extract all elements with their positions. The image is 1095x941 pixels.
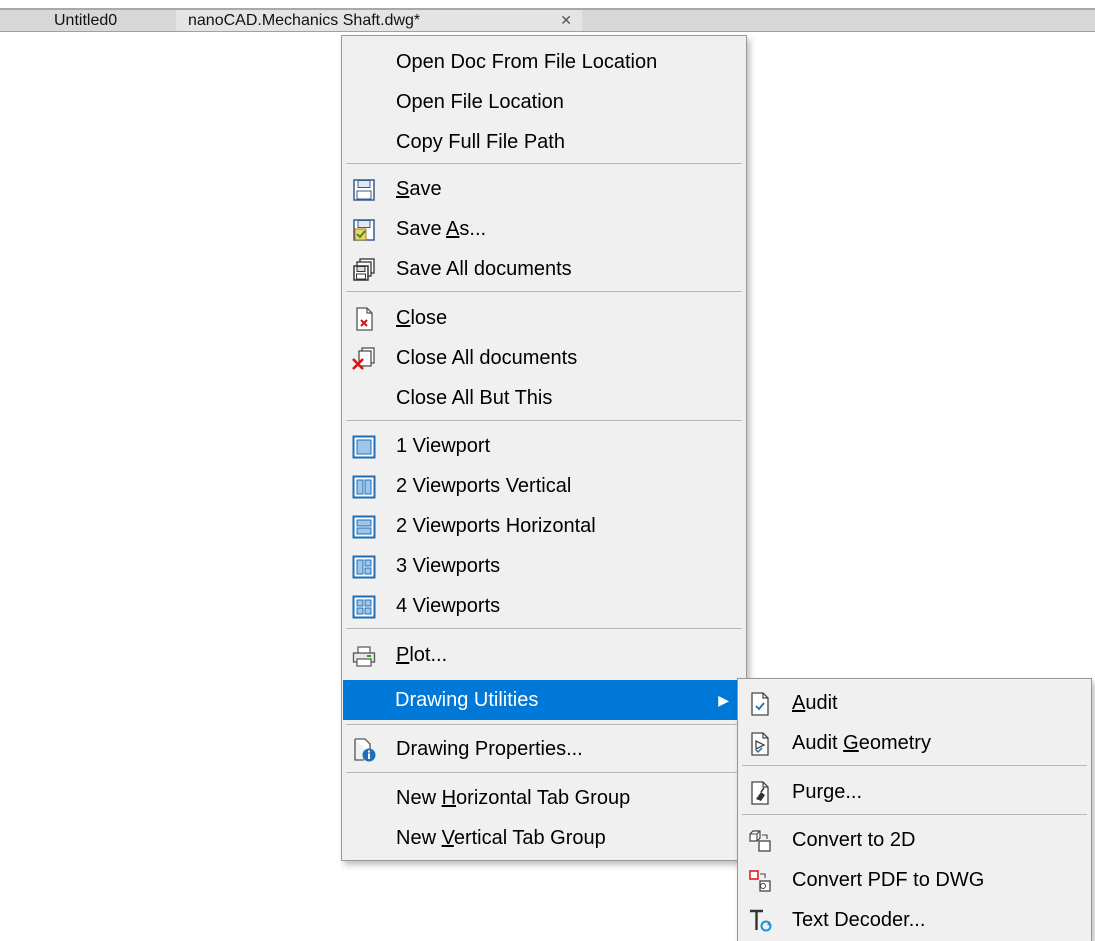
tab-shaft-drawing[interactable]: nanoCAD.Mechanics Shaft.dwg* ✕	[176, 10, 582, 31]
menu-separator	[346, 724, 742, 725]
tab-context-menu: Open Doc From File Location Open File Lo…	[341, 35, 747, 861]
menu-separator	[346, 628, 742, 629]
menu-item-open-doc-from-file-location[interactable]: Open Doc From File Location	[344, 42, 744, 82]
save-all-icon	[352, 258, 376, 282]
menu-item-3-viewports[interactable]: 3 Viewports	[344, 546, 744, 586]
menu-item-2-viewports-vertical[interactable]: 2 Viewports Vertical	[344, 466, 744, 506]
submenu-item-audit-geometry[interactable]: Audit Geometry	[740, 723, 1089, 763]
submenu-item-text-decoder[interactable]: Text Decoder...	[740, 900, 1089, 940]
two-viewports-horizontal-icon	[352, 515, 376, 539]
menu-item-copy-full-file-path[interactable]: Copy Full File Path	[344, 122, 744, 162]
menu-item-1-viewport[interactable]: 1 Viewport	[344, 426, 744, 466]
menu-item-close-all-but-this[interactable]: Close All But This	[344, 378, 744, 418]
purge-icon	[748, 781, 772, 805]
drawing-utilities-submenu: Audit Audit Geometry Purge... Convert to…	[737, 678, 1092, 941]
menu-item-close[interactable]: Close	[344, 298, 744, 338]
submenu-item-convert-to-2d[interactable]: Convert to 2D	[740, 820, 1089, 860]
menu-item-drawing-properties[interactable]: Drawing Properties...	[344, 729, 744, 769]
convert-2d-icon	[748, 829, 772, 853]
menu-item-close-all-documents[interactable]: Close All documents	[344, 338, 744, 378]
tab-label: nanoCAD.Mechanics Shaft.dwg*	[188, 12, 421, 29]
menu-item-plot[interactable]: Plot...	[344, 635, 744, 675]
menu-item-new-vertical-tab-group[interactable]: New Vertical Tab Group	[344, 818, 744, 858]
menu-separator	[346, 291, 742, 292]
menu-separator	[742, 765, 1087, 766]
four-viewports-icon	[352, 595, 376, 619]
menu-item-open-file-location[interactable]: Open File Location	[344, 82, 744, 122]
menu-separator	[742, 814, 1087, 815]
tab-untitled0[interactable]: Untitled0	[36, 10, 176, 31]
document-tab-bar: Untitled0 nanoCAD.Mechanics Shaft.dwg* ✕	[0, 8, 1095, 32]
drawing-properties-icon	[352, 738, 376, 762]
text-decoder-icon	[748, 909, 772, 933]
submenu-item-purge[interactable]: Purge...	[740, 772, 1089, 812]
menu-item-drawing-utilities[interactable]: Drawing Utilities ▶	[343, 680, 745, 720]
tab-label: Untitled0	[54, 12, 118, 29]
audit-icon	[748, 692, 772, 716]
menu-item-save-all-documents[interactable]: Save All documents	[344, 249, 744, 289]
menu-item-new-horizontal-tab-group[interactable]: New Horizontal Tab Group	[344, 778, 744, 818]
menu-separator	[346, 163, 742, 164]
convert-pdf-icon	[748, 869, 772, 893]
menu-item-4-viewports[interactable]: 4 Viewports	[344, 586, 744, 626]
menu-separator	[346, 420, 742, 421]
menu-item-save-as[interactable]: Save As...	[344, 209, 744, 249]
submenu-item-convert-pdf-to-dwg[interactable]: Convert PDF to DWG	[740, 860, 1089, 900]
two-viewports-vertical-icon	[352, 475, 376, 499]
three-viewports-icon	[352, 555, 376, 579]
submenu-item-audit[interactable]: Audit	[740, 683, 1089, 723]
save-as-icon	[352, 218, 376, 242]
one-viewport-icon	[352, 435, 376, 459]
printer-icon	[352, 644, 376, 668]
close-icon[interactable]: ✕	[560, 10, 572, 31]
submenu-arrow-icon: ▶	[718, 692, 729, 708]
close-all-icon	[352, 347, 376, 371]
close-document-icon	[352, 307, 376, 331]
menu-item-2-viewports-horizontal[interactable]: 2 Viewports Horizontal	[344, 506, 744, 546]
audit-geometry-icon	[748, 732, 772, 756]
menu-separator	[346, 772, 742, 773]
save-icon	[352, 178, 376, 202]
menu-item-save[interactable]: Save	[344, 169, 744, 209]
